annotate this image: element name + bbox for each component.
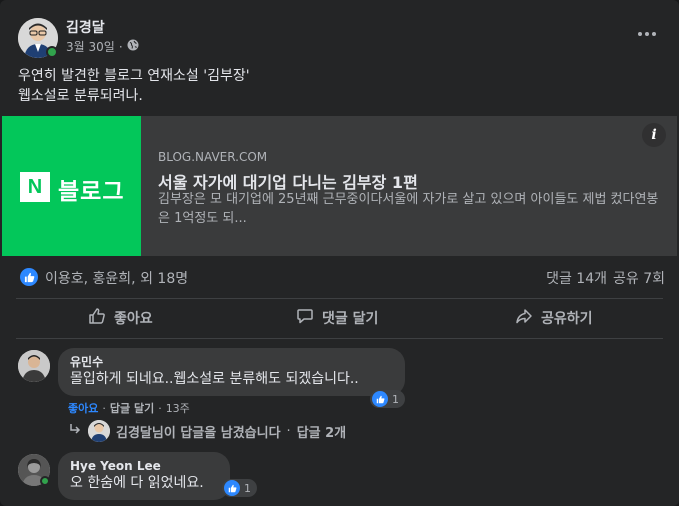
comment-label: 댓글 달기	[322, 311, 379, 327]
engagement-counts: 댓글 14개 공유 7회	[546, 268, 665, 288]
reply-summary-text: 김경달님이 답글을 남겼습니다	[116, 425, 281, 441]
post-text: 우연히 발견한 블로그 연재소설 '김부장' 웹소설로 분류되려나.	[18, 68, 250, 104]
comment-reaction[interactable]: 1	[222, 479, 257, 497]
thumbs-up-icon	[88, 307, 106, 329]
dot-separator: ·	[158, 401, 162, 415]
naver-logo: N	[20, 172, 50, 202]
share-arrow-icon	[515, 307, 533, 329]
online-status-dot	[46, 46, 58, 58]
reaction-count: 1	[244, 481, 251, 495]
commenter-name[interactable]: 유민수	[70, 354, 393, 370]
divider	[16, 338, 663, 339]
reactors-list[interactable]: 이용호, 홍윤희, 외 18명	[45, 268, 188, 288]
preview-thumbnail: N 블로그	[2, 116, 141, 256]
thumbs-up-icon	[224, 480, 240, 496]
naver-blog-label: 블로그	[58, 179, 125, 205]
thumbs-up-icon	[372, 391, 388, 407]
more-options-icon[interactable]	[635, 22, 659, 46]
like-button[interactable]: 좋아요	[88, 300, 153, 336]
link-preview[interactable]: N 블로그 i BLOG.NAVER.COM 서울 자가에 대기업 다니는 김부…	[2, 116, 677, 256]
dot-separator: ·	[102, 401, 106, 415]
globe-icon	[127, 39, 139, 54]
reply-summary[interactable]: 김경달님이 답글을 남겼습니다 · 답글 2개	[68, 420, 346, 442]
comment-bubble: Hye Yeon Lee 오 한숨에 다 읽었네요.	[58, 452, 230, 500]
comment-actions: 좋아요 · 답글 달기 · 13주	[68, 400, 190, 416]
comment-button[interactable]: 댓글 달기	[296, 300, 378, 336]
reply-count: 답글 2개	[296, 425, 347, 441]
comment-reaction[interactable]: 1	[370, 390, 405, 408]
share-count[interactable]: 공유 7회	[613, 268, 665, 288]
like-label: 좋아요	[114, 311, 153, 327]
dot-separator: ·	[286, 423, 291, 439]
meta-separator: ·	[118, 39, 123, 54]
commenter-avatar[interactable]	[18, 350, 50, 382]
comment-time[interactable]: 13주	[166, 400, 190, 416]
comment-bubble-icon	[296, 307, 314, 329]
share-button[interactable]: 공유하기	[515, 300, 593, 336]
comment-reply-button[interactable]: 답글 달기	[110, 400, 154, 416]
replier-avatar	[88, 420, 110, 442]
divider	[16, 298, 663, 299]
post-author-name[interactable]: 김경달	[66, 17, 105, 37]
post-card: 김경달 3월 30일 · 우연히 발견한 블로그 연재소설 '김부장' 웹소설로…	[0, 0, 679, 506]
post-meta: 3월 30일 ·	[66, 38, 139, 55]
comment-count[interactable]: 댓글 14개	[546, 268, 607, 288]
share-label: 공유하기	[541, 311, 593, 327]
preview-description: 김부장은 모 대기업에 25년째 근무중이다서울에 자가로 살고 있으며 아이들…	[158, 192, 659, 226]
comment-text: 몰입하게 되네요..웹소설로 분류해도 되겠습니다..	[70, 371, 359, 387]
info-icon[interactable]: i	[642, 123, 666, 147]
commenter-name[interactable]: Hye Yeon Lee	[70, 458, 218, 474]
reply-arrow-icon	[68, 422, 82, 440]
comment-text: 오 한숨에 다 읽었네요.	[70, 475, 204, 491]
comment-like-button[interactable]: 좋아요	[68, 400, 98, 416]
reaction-count: 1	[392, 392, 399, 406]
comment-bubble: 유민수 몰입하게 되네요..웹소설로 분류해도 되겠습니다..	[58, 348, 405, 396]
preview-domain: BLOG.NAVER.COM	[158, 150, 268, 164]
thumbs-up-icon	[20, 268, 38, 286]
post-date[interactable]: 3월 30일	[66, 38, 115, 55]
online-status-dot	[40, 476, 50, 486]
